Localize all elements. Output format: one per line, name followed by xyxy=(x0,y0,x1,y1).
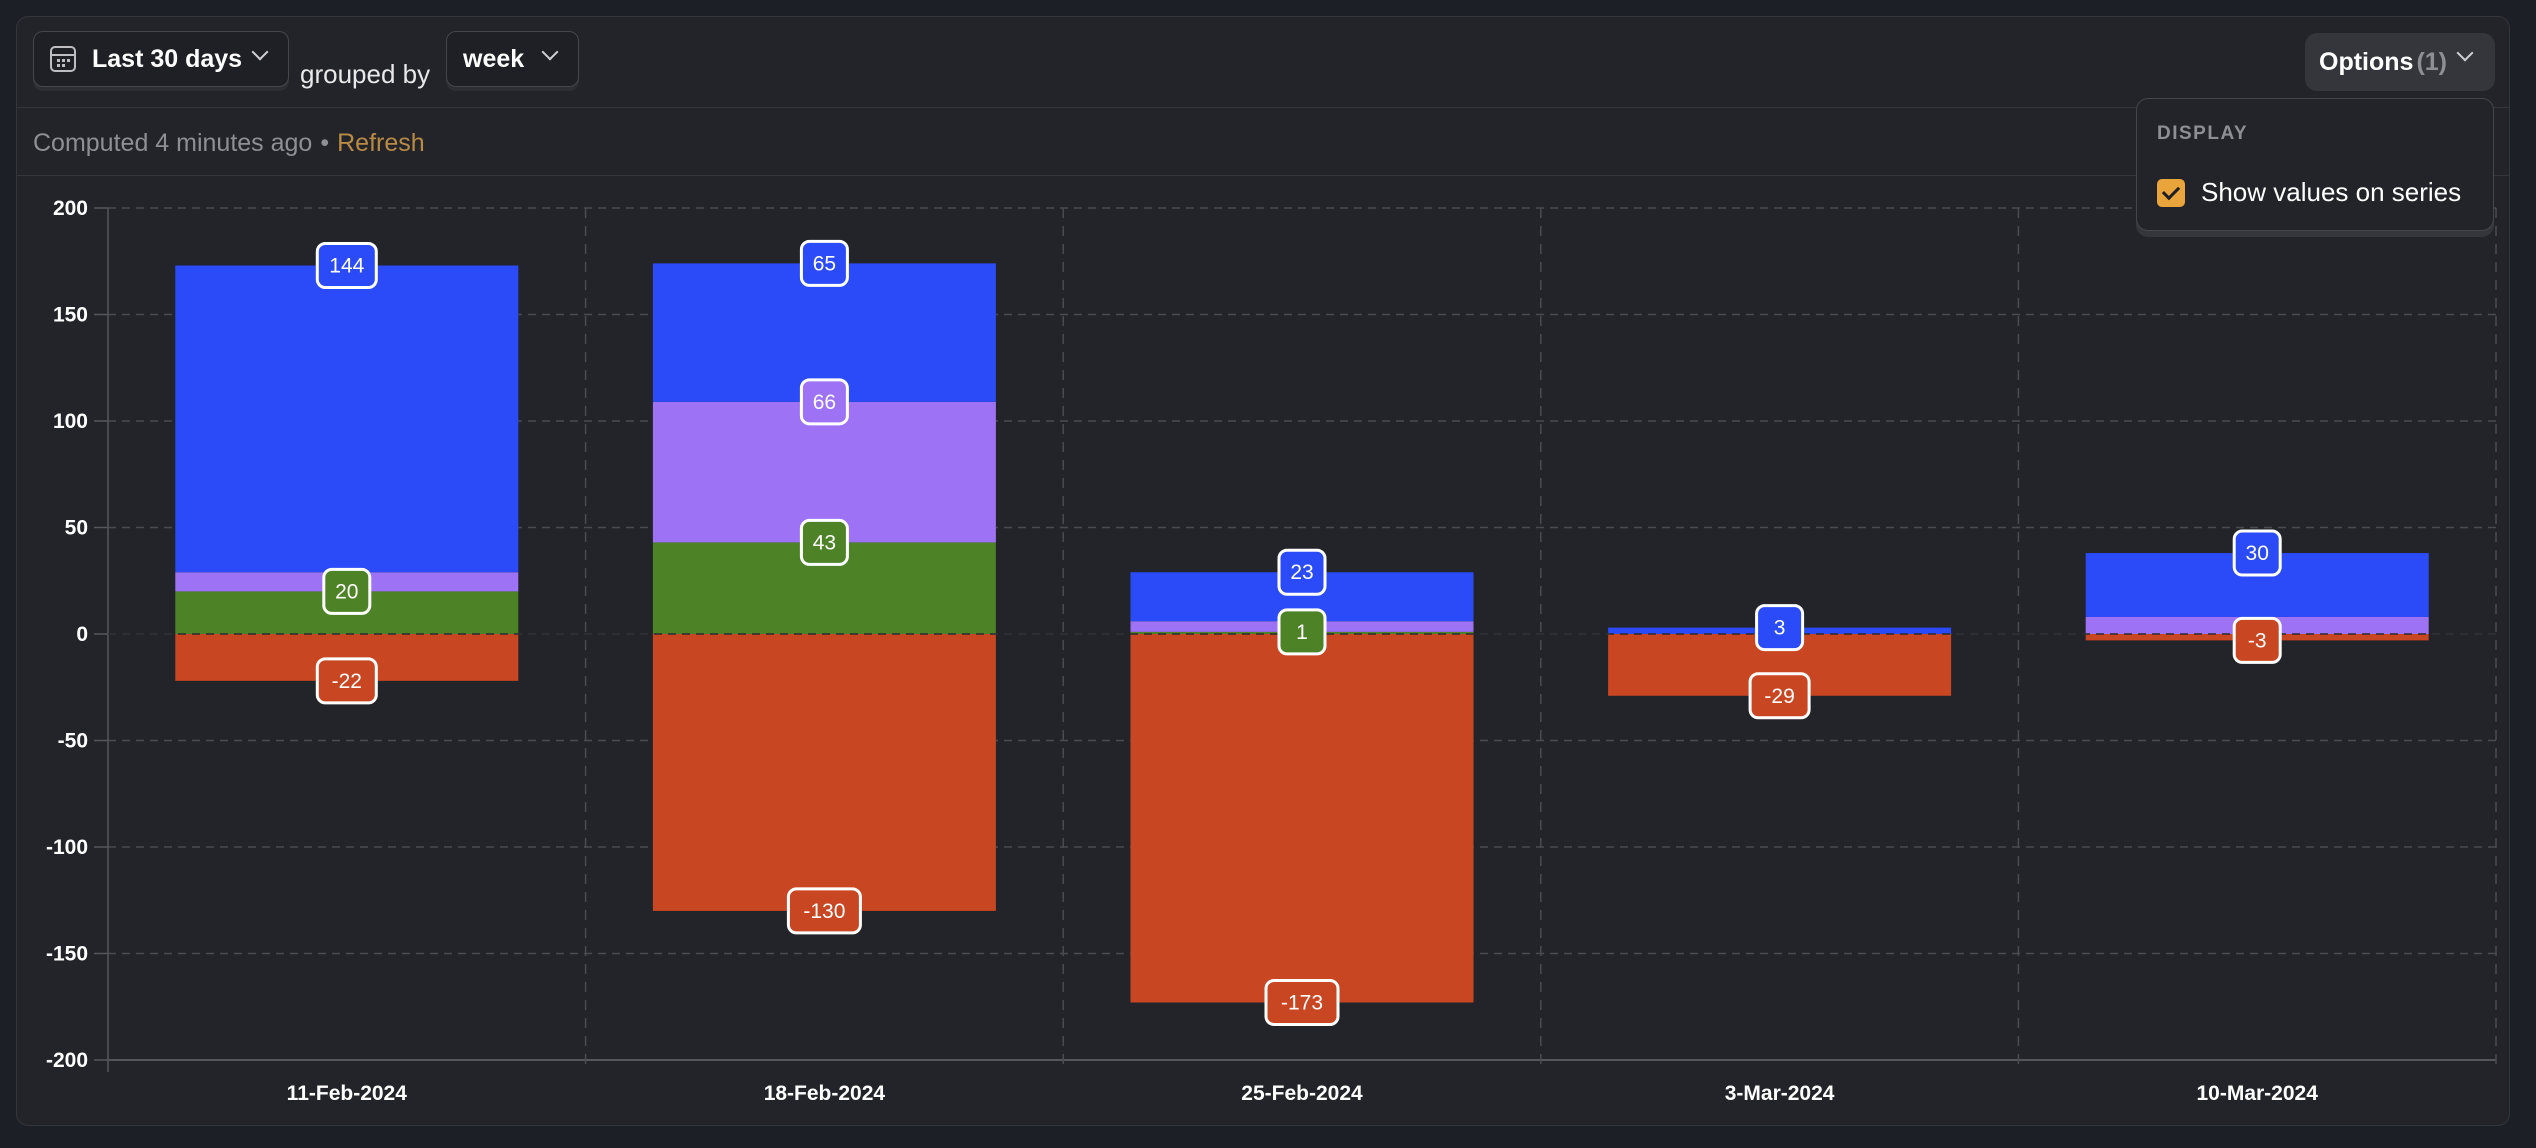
y-tick-label: -50 xyxy=(58,730,88,753)
x-tick-label: 10-Mar-2024 xyxy=(2196,1082,2318,1105)
data-label-text: 65 xyxy=(813,252,836,275)
y-tick-label: 200 xyxy=(53,197,88,220)
data-label-text: -3 xyxy=(2248,629,2267,652)
data-label: 1 xyxy=(1277,608,1327,656)
data-label-text: -29 xyxy=(1764,685,1794,708)
y-tick-label: -150 xyxy=(46,943,88,966)
y-tick-label: 0 xyxy=(76,623,88,646)
data-label-text: 1 xyxy=(1296,621,1308,644)
data-label: 30 xyxy=(2232,529,2282,577)
x-tick-label: 11-Feb-2024 xyxy=(287,1082,408,1105)
data-label: -130 xyxy=(786,887,862,935)
data-label: -29 xyxy=(1748,672,1811,720)
x-tick-label: 3-Mar-2024 xyxy=(1725,1082,1835,1105)
bar-segment-blue xyxy=(175,265,519,573)
data-label-text: 23 xyxy=(1290,561,1313,584)
data-label-text: 43 xyxy=(813,531,836,554)
data-label: -173 xyxy=(1264,978,1340,1026)
bar-segment-red xyxy=(652,634,996,911)
data-label: 3 xyxy=(1755,604,1805,652)
data-label: 20 xyxy=(322,567,372,615)
data-label: 65 xyxy=(799,239,849,287)
data-label: 66 xyxy=(799,378,849,426)
data-label: -22 xyxy=(315,657,378,705)
data-label: 43 xyxy=(799,518,849,566)
y-tick-label: -200 xyxy=(46,1049,88,1072)
show-values-checkbox[interactable] xyxy=(2157,178,2185,207)
show-values-option[interactable]: Show values on series xyxy=(2157,177,2461,208)
data-label-text: -22 xyxy=(332,670,362,693)
y-tick-label: 150 xyxy=(53,304,88,327)
data-label-text: 30 xyxy=(2246,542,2269,565)
data-label-text: 144 xyxy=(329,255,364,278)
bar-segment-red xyxy=(1130,634,1474,1003)
data-label: 23 xyxy=(1277,548,1327,596)
y-tick-label: 50 xyxy=(65,517,88,540)
data-label-text: 20 xyxy=(335,580,358,603)
y-tick-label: -100 xyxy=(46,836,88,859)
x-tick-label: 18-Feb-2024 xyxy=(764,1082,886,1105)
data-label-text: 3 xyxy=(1774,617,1786,640)
display-section-heading: DISPLAY xyxy=(2157,123,2249,144)
y-tick-label: 100 xyxy=(53,410,88,433)
data-label: -3 xyxy=(2232,616,2282,664)
data-label-text: -130 xyxy=(803,900,845,923)
x-tick-label: 25-Feb-2024 xyxy=(1241,1082,1363,1105)
show-values-label: Show values on series xyxy=(2201,177,2462,207)
options-popover: DISPLAY Show values on series xyxy=(2136,98,2494,231)
data-label-text: 66 xyxy=(813,391,836,414)
data-label: 144 xyxy=(315,242,378,290)
data-label-text: -173 xyxy=(1281,991,1323,1014)
